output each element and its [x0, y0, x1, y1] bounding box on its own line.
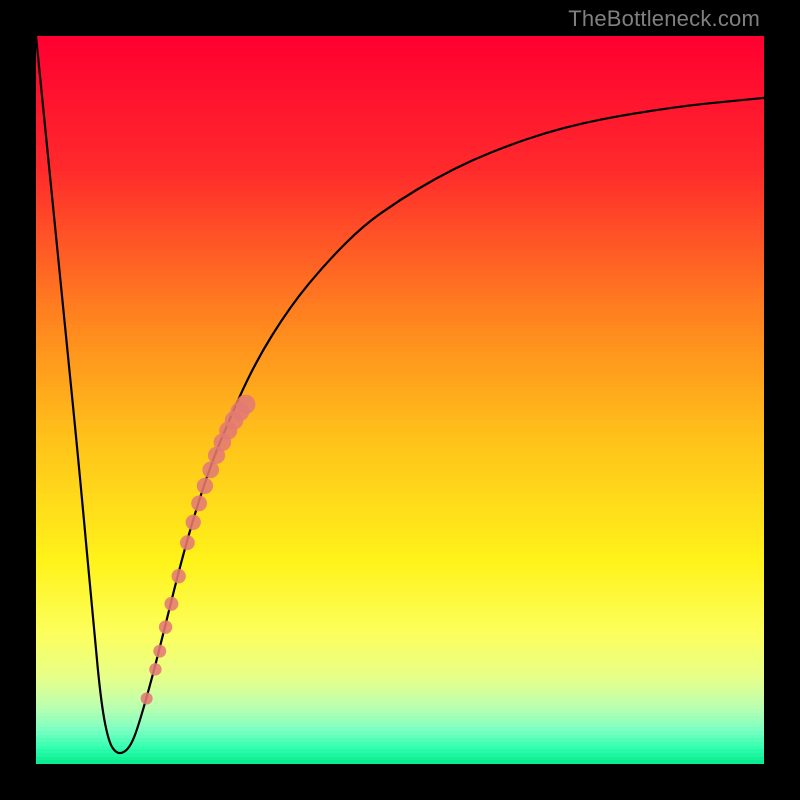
sample-point	[180, 535, 195, 550]
sample-point	[159, 620, 172, 633]
sample-point	[186, 515, 201, 530]
sample-point	[141, 692, 153, 704]
sample-point	[202, 462, 219, 479]
sample-point	[172, 569, 186, 583]
bottleneck-curve	[36, 36, 764, 753]
plot-area	[36, 36, 764, 764]
chart-frame: TheBottleneck.com	[0, 0, 800, 800]
sample-point	[153, 645, 166, 658]
watermark-text: TheBottleneck.com	[568, 6, 760, 32]
chart-svg	[36, 36, 764, 764]
sample-point	[149, 663, 161, 675]
sample-point	[197, 478, 213, 494]
sample-point	[164, 597, 178, 611]
sample-point	[236, 395, 256, 415]
sample-point	[191, 495, 207, 511]
